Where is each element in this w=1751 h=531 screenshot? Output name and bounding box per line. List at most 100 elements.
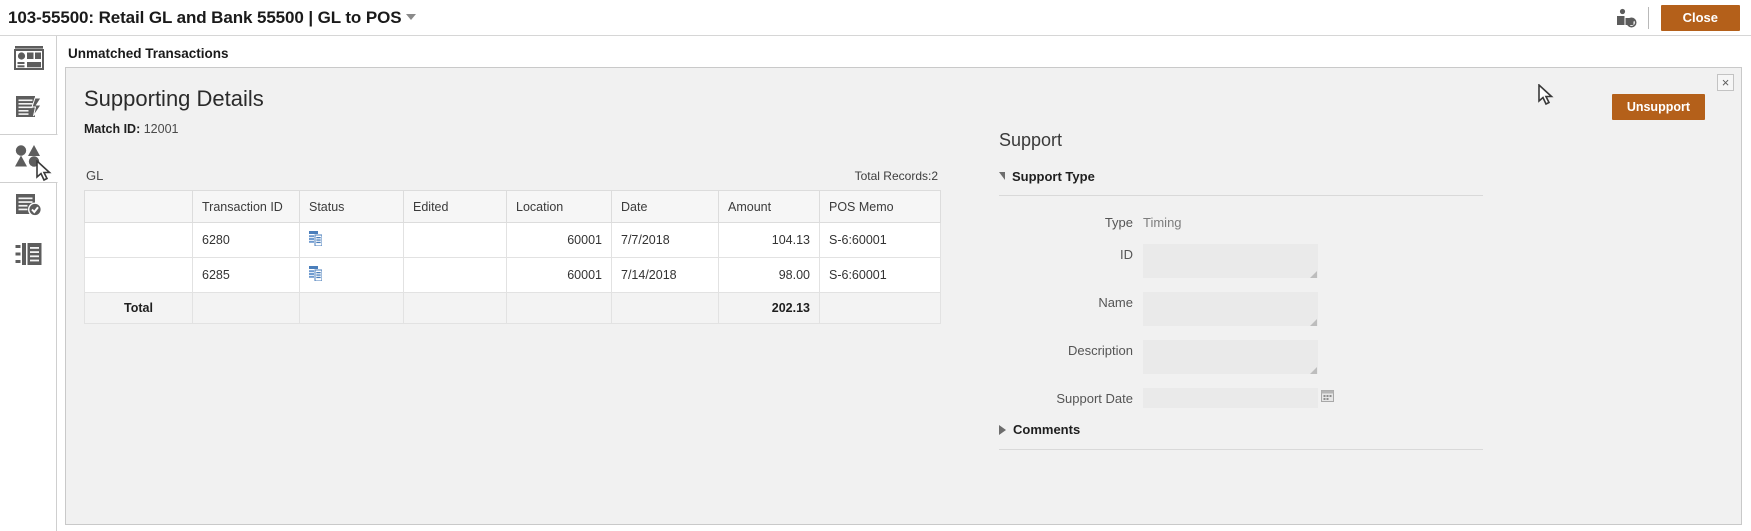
field-description-row: Description <box>943 340 1433 374</box>
divider <box>1647 6 1649 29</box>
transaction-detail-icon[interactable] <box>309 266 323 282</box>
col-status[interactable]: Status <box>299 190 404 223</box>
panel-title: Supporting Details <box>84 86 264 111</box>
sidebar-item-reconciliation[interactable] <box>0 183 57 232</box>
table-header-row: Transaction ID Status Edited Location Da… <box>84 190 941 223</box>
field-name-row: Name <box>943 292 1433 326</box>
match-id-value: 12001 <box>143 122 179 136</box>
sidebar-item-dashboard[interactable] <box>0 36 57 85</box>
top-bar-actions: Close <box>1614 0 1751 35</box>
cell-total-pos-memo <box>819 292 941 324</box>
matching-shapes-icon <box>14 143 44 174</box>
close-icon[interactable]: × <box>1717 74 1734 91</box>
cell-total-edited <box>403 292 507 324</box>
col-select[interactable] <box>84 190 193 223</box>
cell-status[interactable] <box>299 257 404 293</box>
support-title: Support <box>999 130 1063 150</box>
section-title: Unmatched Transactions <box>68 46 229 61</box>
field-type-row: Type Timing <box>943 212 1433 230</box>
unsupport-button[interactable]: Unsupport <box>1611 94 1705 120</box>
cell-total-label: Total <box>84 292 193 324</box>
cell-transaction-id: 6280 <box>192 222 300 258</box>
cell-transaction-id: 6285 <box>192 257 300 293</box>
field-support-date-label: Support Date <box>1056 391 1133 406</box>
cell-status[interactable] <box>299 222 404 258</box>
chevron-down-icon[interactable] <box>406 13 417 20</box>
field-type-label: Type <box>1104 215 1133 230</box>
sidebar-item-transactions[interactable] <box>0 232 57 281</box>
cell-total-transaction-id <box>192 292 300 324</box>
triangle-down-icon[interactable] <box>999 171 1005 180</box>
cell-date: 7/14/2018 <box>611 257 719 293</box>
col-pos-memo[interactable]: POS Memo <box>819 190 941 223</box>
col-location[interactable]: Location <box>506 190 612 223</box>
cell-select[interactable] <box>84 222 193 258</box>
left-sidebar <box>0 36 58 531</box>
field-description-label: Description <box>1067 343 1133 358</box>
field-type-value: Timing <box>1143 215 1182 230</box>
gl-table-header-bar: GL Total Records:2 <box>84 168 940 190</box>
gl-table: Transaction ID Status Edited Location Da… <box>84 190 941 324</box>
page-title[interactable]: 103-55500: Retail GL and Bank 55500 | GL… <box>8 7 417 28</box>
cell-select[interactable] <box>84 257 193 293</box>
transaction-detail-icon[interactable] <box>309 231 323 247</box>
report-lightning-icon <box>14 94 44 125</box>
name-input[interactable] <box>1143 292 1318 326</box>
divider <box>999 449 1483 450</box>
cell-total-date <box>611 292 719 324</box>
triangle-right-icon[interactable] <box>999 424 1006 435</box>
field-id-label: ID <box>1120 247 1133 262</box>
gl-group-label: GL <box>86 168 104 183</box>
support-type-label: Support Type <box>1012 169 1095 184</box>
divider <box>999 195 1483 196</box>
sidebar-item-matching[interactable] <box>0 134 58 183</box>
top-bar: 103-55500: Retail GL and Bank 55500 | GL… <box>0 0 1751 36</box>
table-row[interactable]: 6285 60001 7/14/2018 98.00 S-6:60001 <box>84 257 941 293</box>
cell-amount: 104.13 <box>718 222 820 258</box>
supporting-details-panel: × Unsupport Supporting Details Match ID:… <box>65 67 1742 525</box>
col-date[interactable]: Date <box>611 190 719 223</box>
cell-pos-memo: S-6:60001 <box>819 257 941 293</box>
match-id-label: Match ID: <box>84 122 141 136</box>
close-button[interactable]: Close <box>1660 4 1740 31</box>
resize-handle-icon[interactable] <box>1310 319 1317 326</box>
id-input[interactable] <box>1143 244 1318 278</box>
cell-edited <box>403 222 507 258</box>
cell-amount: 98.00 <box>718 257 820 293</box>
match-id: Match ID: 12001 <box>84 122 1741 136</box>
description-input[interactable] <box>1143 340 1318 374</box>
document-check-icon <box>14 192 44 223</box>
table-total-row: Total 202.13 <box>84 292 941 324</box>
cell-total-status <box>299 292 404 324</box>
sidebar-item-reports[interactable] <box>0 85 57 134</box>
cell-location: 60001 <box>506 222 612 258</box>
col-edited[interactable]: Edited <box>403 190 507 223</box>
page-title-text: 103-55500: Retail GL and Bank 55500 | GL… <box>8 7 402 27</box>
comments-label: Comments <box>1013 422 1081 437</box>
col-amount[interactable]: Amount <box>718 190 820 223</box>
gl-section: GL Total Records:2 Transaction ID Status… <box>84 168 941 324</box>
field-support-date-row: Support Date <box>943 388 1433 408</box>
calendar-icon[interactable] <box>1321 389 1334 402</box>
cell-edited <box>403 257 507 293</box>
list-panel-icon <box>14 241 44 272</box>
cell-pos-memo: S-6:60001 <box>819 222 941 258</box>
support-form: Type Timing ID Name Description Support … <box>943 212 1433 408</box>
support-section: Support Support Type Type Timing ID Name… <box>943 130 1483 450</box>
dashboard-icon <box>13 45 44 76</box>
resize-handle-icon[interactable] <box>1310 271 1317 278</box>
main-content: Unmatched Transactions × Unsupport Suppo… <box>57 36 1751 531</box>
user-restricted-icon[interactable] <box>1614 6 1638 30</box>
table-row[interactable]: 6280 60001 7/7/2018 104.13 S-6:60001 <box>84 222 941 258</box>
col-transaction-id[interactable]: Transaction ID <box>192 190 300 223</box>
cell-date: 7/7/2018 <box>611 222 719 258</box>
support-type-accordion-header[interactable]: Support Type <box>999 169 1433 184</box>
cell-total-location <box>506 292 612 324</box>
support-date-input[interactable] <box>1143 388 1334 408</box>
field-id-row: ID <box>943 244 1433 278</box>
total-records: Total Records:2 <box>854 169 938 183</box>
comments-accordion-header[interactable]: Comments <box>999 422 1433 437</box>
cell-total-amount: 202.13 <box>718 292 820 324</box>
cell-location: 60001 <box>506 257 612 293</box>
resize-handle-icon[interactable] <box>1310 367 1317 374</box>
